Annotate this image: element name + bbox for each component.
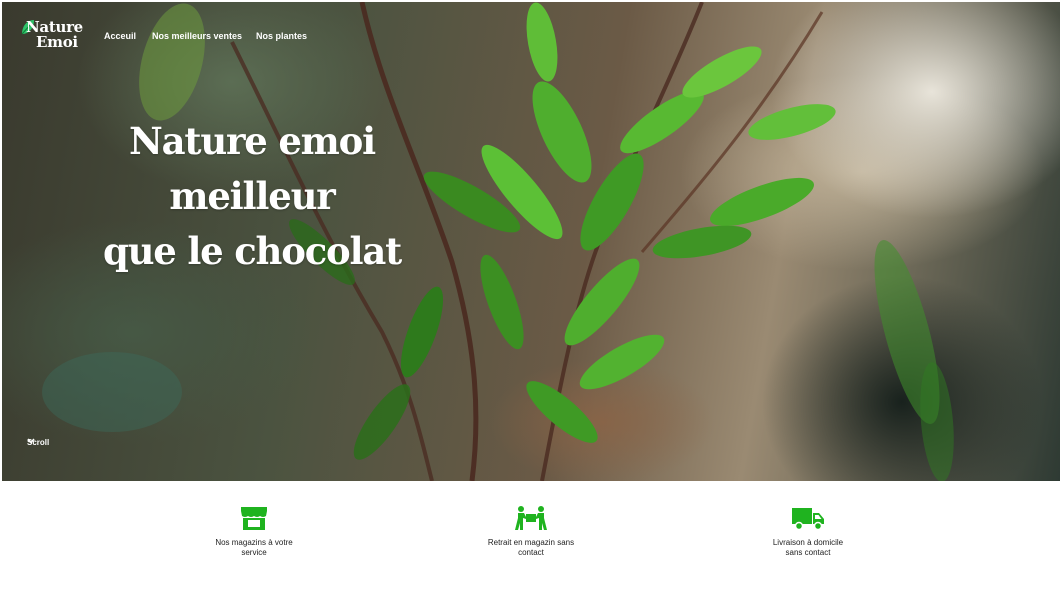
feature-contactless-pickup: Retrait en magazin sans contact <box>471 505 591 558</box>
hero-title-line1: Nature emoi meilleur <box>129 119 376 218</box>
features-section: Nos magazins à votre service Retrait en … <box>0 481 1062 589</box>
people-carrying-box-icon <box>515 506 547 530</box>
feature-stores-label: Nos magazins à votre service <box>215 538 293 557</box>
nav-link-meilleurs-ventes[interactable]: Nos meilleurs ventes <box>152 31 242 41</box>
chevron-down-icon <box>27 438 35 444</box>
hero-banner: Nature Emoi Acceuil Nos meilleurs ventes… <box>2 2 1060 481</box>
feature-contactless-pickup-label: Retrait en magazin sans contact <box>487 538 575 557</box>
store-icon <box>241 507 267 530</box>
scroll-button[interactable]: Scroll <box>27 438 49 447</box>
hero-title: Nature emoi meilleur que le chocolat <box>42 114 462 279</box>
brand-logo[interactable]: Nature Emoi <box>20 18 90 52</box>
nav-link-nos-plantes[interactable]: Nos plantes <box>256 31 307 41</box>
logo-text-line2: Emoi <box>36 33 78 51</box>
feature-home-delivery: Livraison à domicile sans contact <box>748 505 868 558</box>
feature-home-delivery-label: Livraison à domicile sans contact <box>772 538 844 557</box>
feature-stores: Nos magazins à votre service <box>194 505 314 558</box>
hero-title-line2: que le chocolat <box>102 229 402 273</box>
delivery-truck-icon <box>792 508 824 531</box>
nav-link-acceuil[interactable]: Acceuil <box>104 31 136 41</box>
